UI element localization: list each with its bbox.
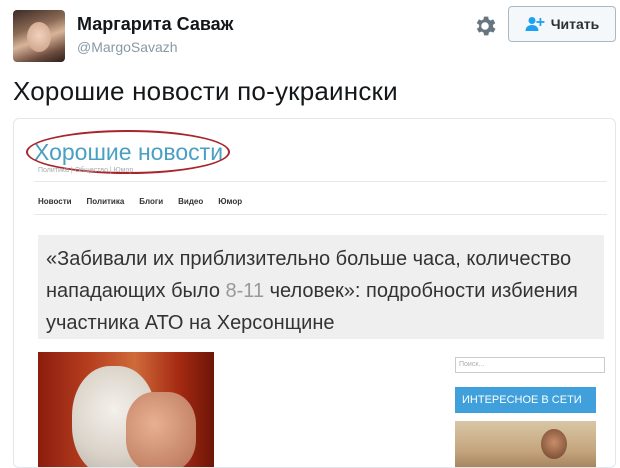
nav-item-video: Видео — [178, 197, 204, 206]
attached-image[interactable]: Хорошие новости Политика | Общество | Юм… — [13, 118, 616, 468]
tweet-text: Хорошие новости по-украински — [13, 76, 398, 106]
nav-item-news: Новости — [38, 197, 72, 206]
nav-item-politics: Политика — [86, 197, 125, 206]
gear-icon[interactable] — [472, 13, 498, 39]
divider — [34, 214, 607, 215]
site-subline: Политика | Общество | Юмор — [38, 167, 134, 174]
sidebar-header: ИНТЕРЕСНОЕ В СЕТИ — [455, 387, 596, 413]
author-handle[interactable]: @MargoSavazh — [77, 39, 178, 55]
headline-number: 8-11 — [225, 280, 265, 302]
sidebar-thumbnail — [455, 421, 596, 467]
author-name[interactable]: Маргарита Саваж — [77, 14, 233, 35]
follow-button[interactable]: Читать — [508, 6, 616, 42]
article-photo — [38, 352, 214, 467]
divider — [34, 181, 607, 182]
author-avatar[interactable] — [13, 10, 65, 62]
article-headline: «Забивали их приблизительно больше часа,… — [38, 235, 604, 339]
site-search-input: Поиск... — [455, 357, 605, 373]
nav-item-blogs: Блоги — [139, 197, 164, 206]
follow-button-label: Читать — [550, 16, 600, 32]
add-user-icon — [525, 17, 545, 31]
nav-item-humor: Юмор — [218, 197, 243, 206]
site-nav: Новости Политика Блоги Видео Юмор — [38, 197, 242, 206]
